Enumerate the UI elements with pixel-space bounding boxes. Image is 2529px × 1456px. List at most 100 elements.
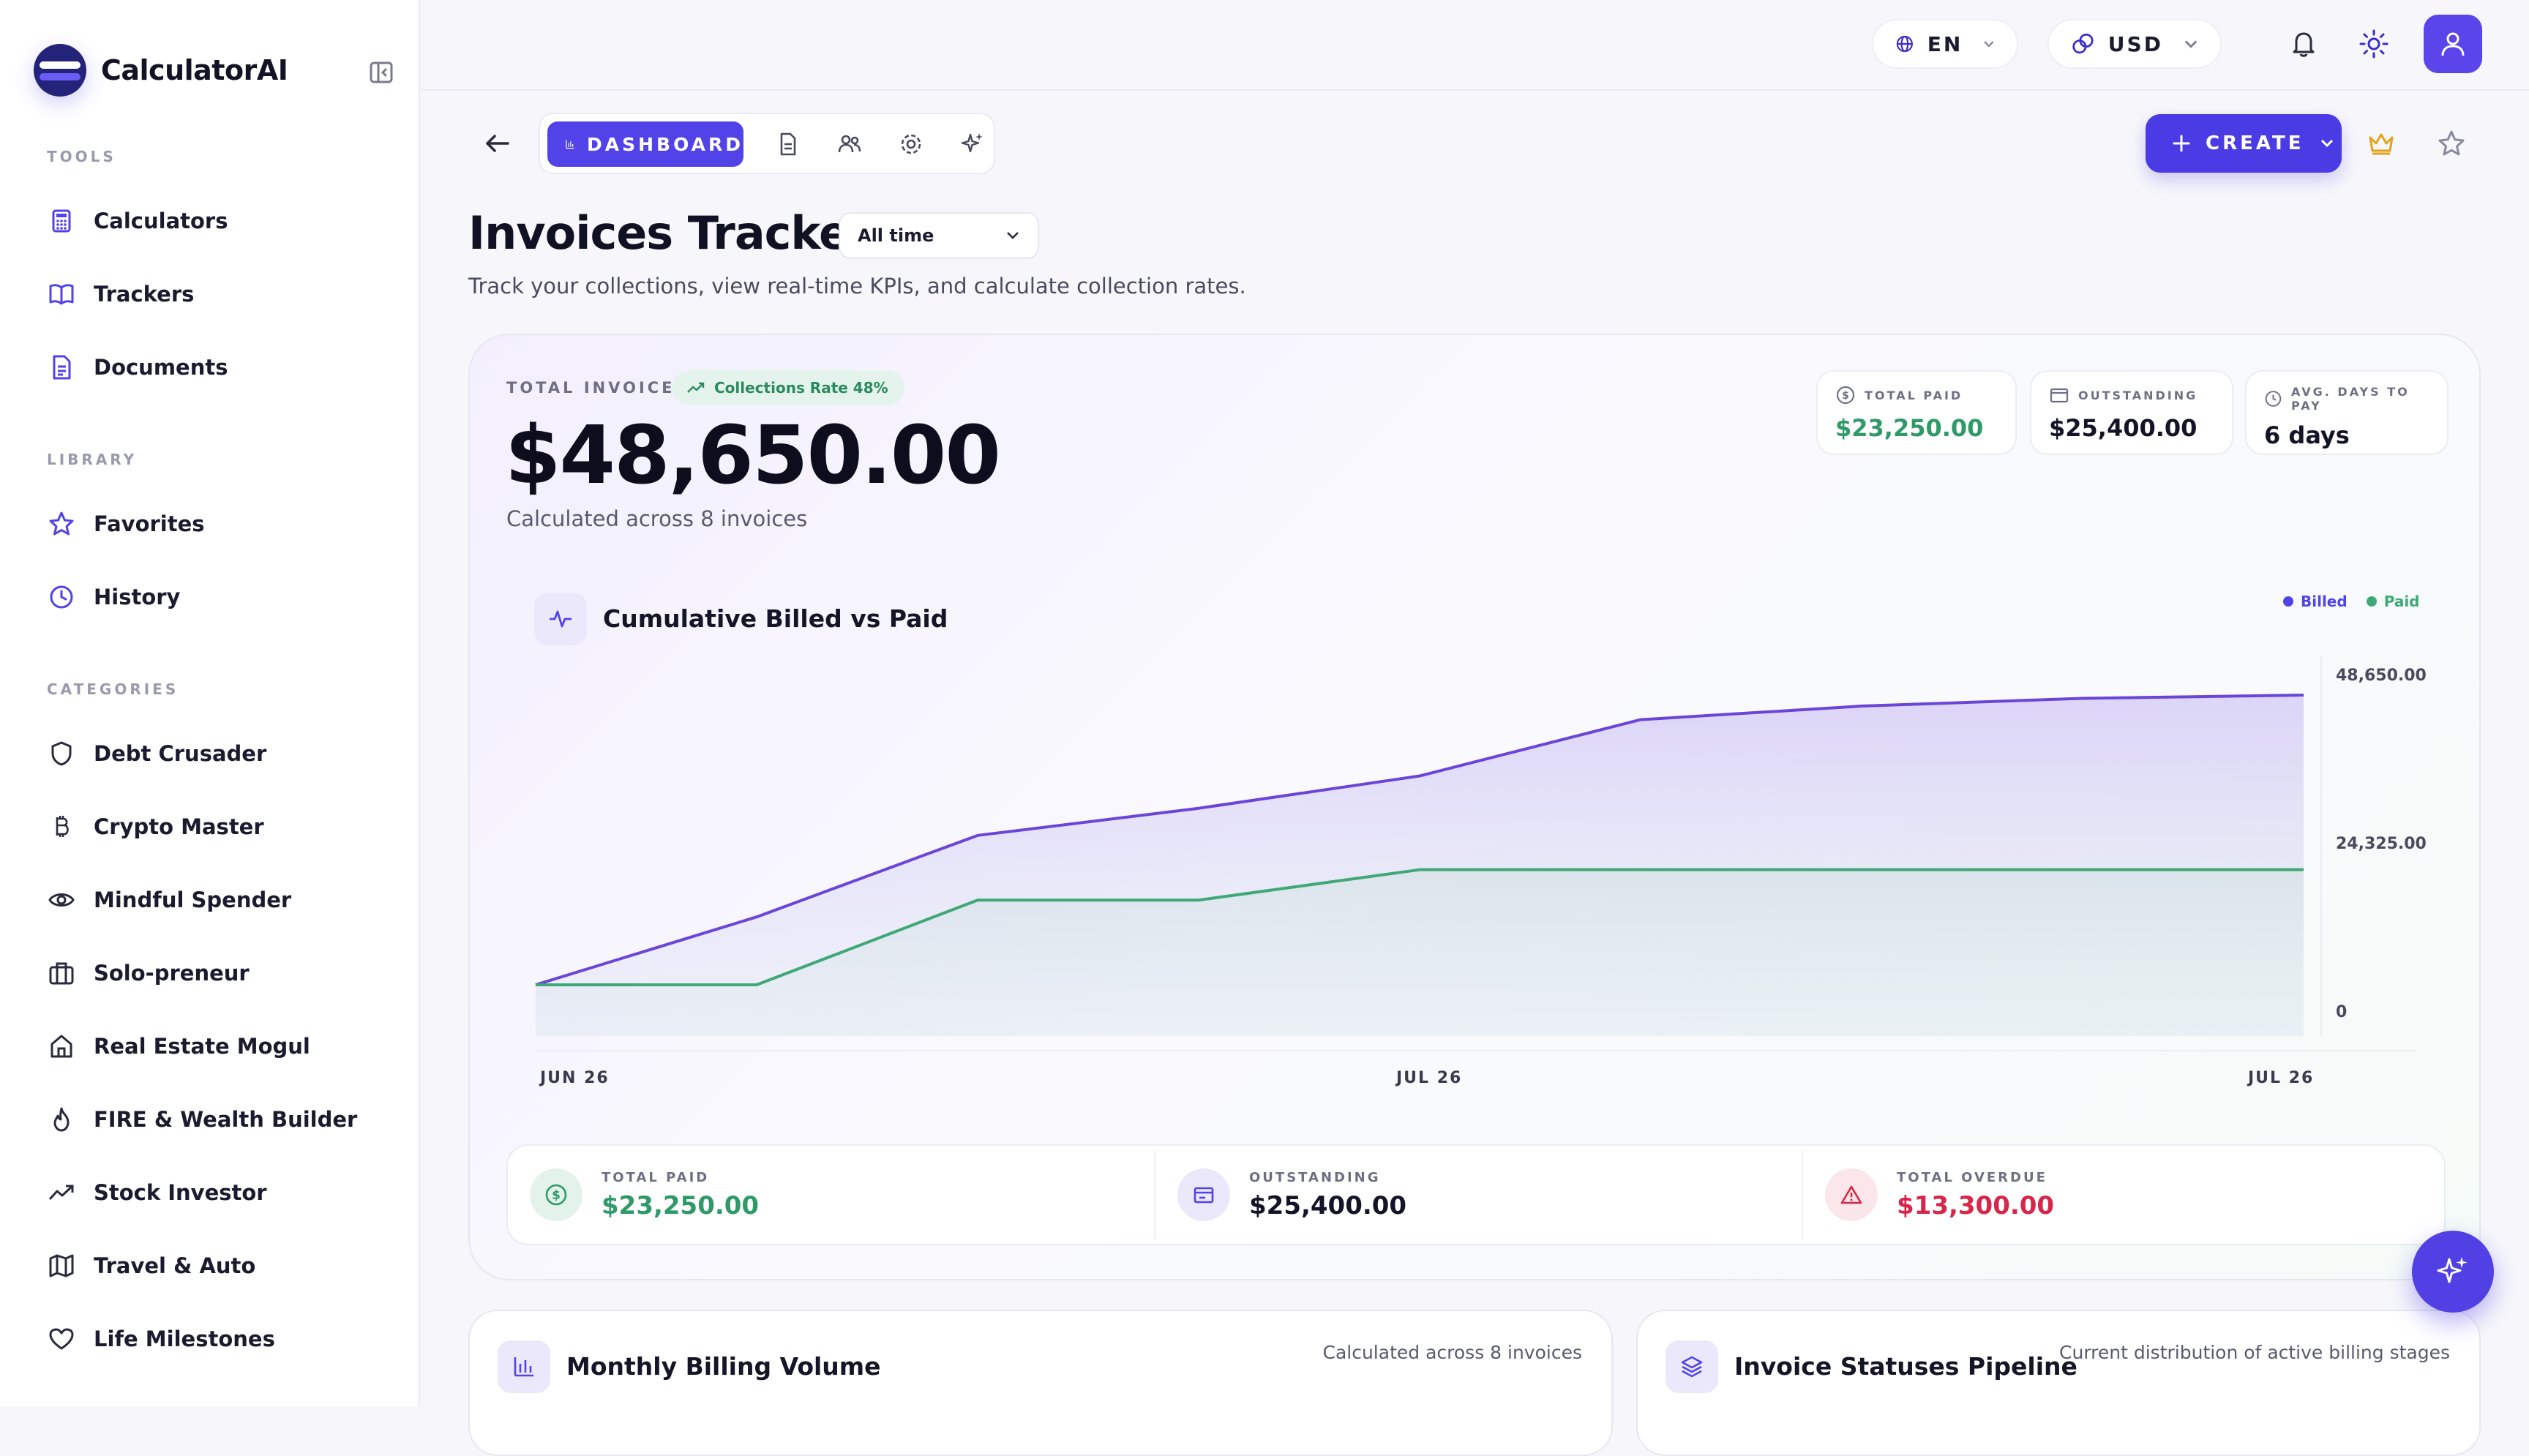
y-tick-label: 48,650.00 — [2336, 667, 2427, 685]
sidebar-item-real-estate-mogul[interactable]: Real Estate Mogul — [47, 1024, 398, 1068]
sidebar-item-trackers[interactable]: Trackers — [47, 272, 398, 316]
sidebar-item-history[interactable]: History — [47, 575, 398, 619]
sidebar-item-favorites[interactable]: Favorites — [47, 502, 398, 546]
y-tick-label: 0 — [2336, 1003, 2347, 1021]
back-arrow-icon[interactable] — [480, 126, 515, 161]
sun-icon[interactable] — [2358, 28, 2390, 60]
sidebar-item-label: Life Milestones — [94, 1326, 275, 1351]
crown-icon[interactable] — [2367, 129, 2396, 158]
sidebar-item-travel-auto[interactable]: Travel & Auto — [47, 1244, 398, 1288]
chevron-down-icon — [1984, 41, 1994, 48]
card-note: Calculated across 8 invoices — [1322, 1342, 1583, 1363]
clock-icon — [47, 582, 76, 612]
chevron-down-icon — [1007, 232, 1019, 239]
cumulative-chart: 48,650.00 24,325.00 0 JUN 26 JUL 26 JUL 26 — [535, 657, 2427, 1087]
sidebar-item-label: Favorites — [94, 511, 205, 536]
sidebar-item-label: Travel & Auto — [94, 1253, 256, 1278]
sidebar-item-solo-preneur[interactable]: Solo-preneur — [47, 951, 398, 995]
user-icon — [2441, 32, 2465, 56]
sidebar-item-label: Real Estate Mogul — [94, 1034, 310, 1059]
sidebar-item-documents[interactable]: Documents — [47, 345, 398, 389]
card-title: Invoice Statuses Pipeline — [1734, 1352, 2077, 1381]
settings-gear-icon[interactable] — [897, 130, 925, 158]
sparkles-icon[interactable] — [959, 130, 986, 158]
monthly-billing-volume-card: Monthly Billing Volume Calculated across… — [468, 1310, 1613, 1456]
dollar-circle-icon: $ — [530, 1168, 582, 1221]
create-button-label: CREATE — [2206, 132, 2304, 154]
layers-icon — [1666, 1340, 1718, 1393]
sidebar-item-fire-wealth-builder[interactable]: FIRE & Wealth Builder — [47, 1097, 398, 1141]
brand[interactable]: CalculatorAI — [34, 44, 288, 97]
language-selector[interactable]: EN — [1872, 19, 2018, 69]
sidebar-collapse-icon[interactable] — [369, 60, 394, 85]
strip-label: OUTSTANDING — [1249, 1169, 1381, 1185]
strip-total-overdue: TOTAL OVERDUE $13,300.00 — [1803, 1146, 2449, 1244]
sidebar-item-label: Crypto Master — [94, 814, 264, 839]
bell-icon[interactable] — [2288, 28, 2320, 60]
shield-icon — [47, 739, 76, 768]
create-button[interactable]: CREATE — [2146, 114, 2342, 173]
card-note: Current distribution of active billing s… — [2059, 1342, 2450, 1363]
page-subtitle: Track your collections, view real-time K… — [468, 274, 1246, 299]
x-tick-label: JUL 26 — [2247, 1069, 2314, 1087]
favorite-star-icon[interactable] — [2437, 129, 2466, 158]
section-label-tools: TOOLS — [47, 148, 116, 165]
currency-selector[interactable]: USD — [2047, 19, 2222, 69]
sidebar-item-label: Stock Investor — [94, 1180, 267, 1205]
page-title: Invoices Tracker — [468, 206, 872, 260]
sidebar-item-debt-crusader[interactable]: Debt Crusader — [47, 732, 398, 776]
chevron-down-icon — [2184, 40, 2198, 48]
x-tick-label: JUN 26 — [539, 1069, 610, 1087]
bitcoin-icon — [47, 812, 76, 841]
home-icon — [47, 1032, 76, 1061]
sidebar-item-label: Mindful Spender — [94, 888, 292, 912]
sidebar-item-crypto-master[interactable]: Crypto Master — [47, 805, 398, 849]
strip-label: TOTAL OVERDUE — [1897, 1169, 2047, 1185]
sidebar-item-calculators[interactable]: Calculators — [47, 199, 398, 243]
tab-dashboard[interactable]: DASHBOARD — [547, 121, 743, 167]
user-avatar[interactable] — [2424, 15, 2482, 73]
totals-strip: $ TOTAL PAID $23,250.00 OUTSTANDING $25,… — [506, 1144, 2446, 1245]
x-tick-label: JUL 26 — [1395, 1069, 1462, 1087]
time-range-value: All time — [858, 225, 934, 246]
calculator-icon — [47, 206, 76, 236]
sidebar-item-label: FIRE & Wealth Builder — [94, 1107, 358, 1132]
sparkles-icon — [2437, 1257, 2468, 1283]
alert-triangle-icon — [1825, 1168, 1878, 1221]
trending-up-icon — [47, 1178, 76, 1207]
eye-icon — [47, 885, 76, 915]
strip-value: $23,250.00 — [602, 1190, 760, 1220]
section-label-library: LIBRARY — [47, 451, 138, 468]
briefcase-icon — [47, 958, 76, 988]
chevron-down-icon — [2321, 139, 2334, 148]
sidebar-item-label: History — [94, 585, 181, 609]
summary-card: TOTAL INVOICED Collections Rate 48% $48,… — [468, 334, 2481, 1280]
plus-icon — [2173, 135, 2190, 152]
users-icon[interactable] — [836, 130, 863, 158]
brand-logo-icon — [34, 44, 86, 97]
sidebar-item-mindful-spender[interactable]: Mindful Spender — [47, 878, 398, 922]
sidebar-item-label: Solo-preneur — [94, 961, 250, 986]
time-range-select[interactable]: All time — [839, 212, 1039, 259]
sidebar-item-label: Documents — [94, 355, 228, 380]
document-icon — [47, 353, 76, 382]
sidebar-item-label: Debt Crusader — [94, 741, 267, 766]
wallet-icon — [1177, 1168, 1230, 1221]
sidebar: CalculatorAI TOOLS Calculators Trackers … — [0, 0, 420, 1406]
map-icon — [47, 1251, 76, 1280]
invoice-statuses-pipeline-card: Invoice Statuses Pipeline Current distri… — [1636, 1310, 2481, 1456]
heart-icon — [47, 1324, 76, 1354]
sidebar-item-life-milestones[interactable]: Life Milestones — [47, 1317, 398, 1361]
y-tick-label: 24,325.00 — [2336, 835, 2427, 853]
bar-chart-icon — [498, 1340, 550, 1393]
sidebar-item-stock-investor[interactable]: Stock Investor — [47, 1171, 398, 1215]
strip-total-paid: $ TOTAL PAID $23,250.00 — [508, 1146, 1154, 1244]
language-value: EN — [1927, 31, 1963, 56]
star-icon — [47, 509, 76, 539]
document-icon[interactable] — [774, 130, 802, 158]
flame-icon — [47, 1105, 76, 1134]
sidebar-item-label: Trackers — [94, 282, 195, 307]
strip-value: $25,400.00 — [1249, 1190, 1407, 1220]
tab-dashboard-label: DASHBOARD — [586, 133, 743, 155]
ai-assistant-button[interactable] — [2412, 1231, 2494, 1313]
